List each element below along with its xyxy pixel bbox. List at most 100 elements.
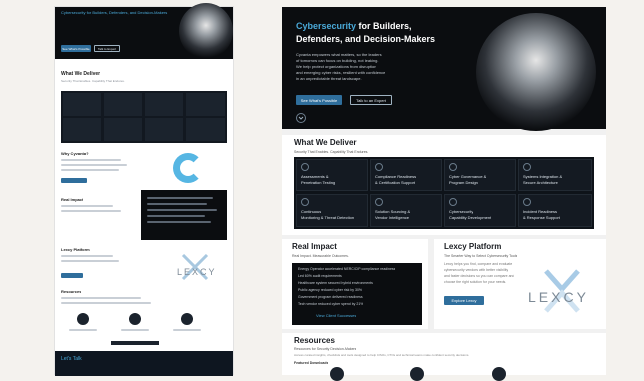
mini-card-7[interactable] [145, 118, 183, 141]
impact-section: Real Impact Real Impact. Measurable Outc… [282, 239, 428, 329]
mini-lexcy-line [61, 260, 119, 262]
mini-resource-icon[interactable] [181, 313, 193, 325]
hero-title-rest: for Builders, [356, 21, 412, 31]
lion-image [476, 13, 596, 131]
resource-icon-1[interactable] [330, 367, 344, 381]
deliver-card-capability[interactable]: Cybersecurity Capability Development [444, 194, 516, 227]
mini-impact-line [147, 221, 211, 223]
hero-title-line1: Cybersecurity for Builders, [296, 21, 412, 31]
talk-to-expert-button[interactable]: Talk to an Expert [350, 95, 392, 105]
impact-bullet: Energy Operator accelerated NERC/CIP com… [298, 267, 396, 271]
deliver-card-integration[interactable]: Systems Integration & Secure Architectur… [518, 159, 592, 191]
deliver-card-assessments[interactable]: Assessments & Penetration Testing [296, 159, 368, 191]
resource-icon-2[interactable] [410, 367, 424, 381]
document-icon [375, 163, 383, 171]
deliver-card-label: Continuous [301, 209, 322, 214]
mini-lexcy-title: Lexcy Platform [61, 247, 90, 252]
featured-downloads-label: Featured Downloads [294, 361, 329, 365]
impact-bullet: Healthcare system secured hybrid environ… [298, 281, 373, 285]
lexcy-paragraph-line: cybersecurity vendors with better visibi… [444, 268, 509, 272]
mini-resources-line [61, 302, 151, 304]
mini-secondary-button[interactable]: Talk to Expert [94, 45, 120, 52]
mini-card-8[interactable] [186, 118, 225, 141]
deliver-card-label: Cybersecurity [449, 209, 474, 214]
mini-why-button[interactable] [61, 178, 87, 183]
mini-lexcy-logo: LEXCY [173, 253, 221, 283]
lexcy-paragraph-line: and faster decisions so you can compare … [444, 274, 515, 278]
mini-card-1[interactable] [63, 93, 101, 116]
mini-card-4[interactable] [186, 93, 225, 116]
see-whats-possible-button[interactable]: See What's Possible [296, 95, 342, 105]
hero-paragraph-line: and emerging cyber risks, resilient with… [296, 70, 386, 75]
mini-deliver-subtitle: Security That Enables. Capability That E… [61, 79, 125, 83]
resources-title: Resources [294, 336, 335, 345]
scroll-down-icon[interactable] [296, 113, 306, 123]
mini-resource-bar[interactable] [111, 341, 159, 345]
mini-lets-talk: Let's Talk [55, 351, 233, 376]
mini-impact-line [147, 197, 213, 199]
handshake-icon [375, 198, 383, 206]
deliver-card-compliance[interactable]: Compliance Readiness & Certification Sup… [370, 159, 442, 191]
deliver-card-label: Systems Integration & [523, 174, 563, 179]
impact-subtitle: Real Impact. Measurable Outcomes. [292, 254, 349, 258]
mini-impact-line [147, 203, 207, 205]
mini-card-3[interactable] [145, 93, 183, 116]
deliver-subtitle: Security That Enables. Capability That E… [294, 150, 369, 154]
hero-paragraph-line: Cyvanta empowers what matters, so the le… [296, 52, 382, 57]
hero-title-line2: Defenders, and Decision-Makers [296, 34, 436, 44]
deliver-card-label: Cyber Governance & [449, 174, 487, 179]
mini-resource-icon[interactable] [129, 313, 141, 325]
impact-title: Real Impact [292, 242, 337, 251]
resource-icon-3[interactable] [492, 367, 506, 381]
mini-lexcy-button[interactable] [61, 273, 83, 278]
deliver-card-label: Program Design [449, 180, 478, 185]
lexcy-subtitle: The Smarter Way to Select Cybersecurity … [444, 254, 518, 258]
impact-bullet: Public agency reduced cyber risk by 30% [298, 288, 363, 292]
deliver-card-label: & Response Support [523, 215, 560, 220]
gear-icon [449, 163, 457, 171]
deliver-card-label: Capability Development [449, 215, 492, 220]
lexcy-paragraph-line: choose the right solution for your needs… [444, 280, 507, 284]
lexcy-wordmark: LEXCY [528, 289, 589, 305]
mini-lets-talk-title: Let's Talk [61, 356, 82, 362]
resources-section: Resources Resources for Security Decisio… [282, 333, 606, 381]
impact-bullet: Tech vendor reduced cyber spend by 21% [298, 302, 364, 306]
mini-resource-caption [173, 329, 201, 331]
mini-why-line [61, 164, 127, 166]
deliver-card-label: & Certification Support [375, 180, 416, 185]
mini-lexcy-line [61, 255, 113, 257]
hero-title-accent: Cybersecurity [296, 21, 357, 31]
eye-icon [301, 198, 309, 206]
mini-card-2[interactable] [104, 93, 142, 116]
deliver-card-sourcing[interactable]: Solution Sourcing & Vendor Intelligence [370, 194, 442, 227]
mini-lexcy-wordmark: LEXCY [177, 267, 217, 277]
deliver-card-monitoring[interactable]: Continuous Monitoring & Threat Detection [296, 194, 368, 227]
view-client-successes-link[interactable]: View Client Successes [316, 313, 356, 318]
mini-card-6[interactable] [104, 118, 142, 141]
mini-real-title: Real Impact [61, 197, 84, 202]
mini-card-5[interactable] [63, 118, 101, 141]
mini-resource-icon[interactable] [77, 313, 89, 325]
explore-lexcy-button[interactable]: Explore Lexcy [444, 296, 484, 305]
mini-why-line [61, 169, 119, 171]
deliver-title: What We Deliver [294, 138, 357, 147]
people-icon [449, 198, 457, 206]
mini-resource-caption [69, 329, 97, 331]
deliver-card-label: Solution Sourcing & [375, 209, 411, 214]
hero-paragraph-line: of tomorrow can focus on building, not l… [296, 58, 379, 63]
resources-subtitle: Resources for Security Decision-Makers [294, 347, 357, 351]
mini-real-line [61, 210, 121, 212]
mini-resource-caption [121, 329, 149, 331]
lexcy-title: Lexcy Platform [444, 242, 502, 251]
mini-impact-line [147, 215, 205, 217]
deliver-card-label: Assessments & [301, 174, 329, 179]
deliver-card-governance[interactable]: Cyber Governance & Program Design [444, 159, 516, 191]
shield-icon [301, 163, 309, 171]
mini-why-title: Why Cyvanta? [61, 151, 89, 156]
mini-primary-button[interactable]: See What's Possible [61, 45, 91, 52]
mini-donut-chart [173, 153, 203, 183]
hero: Cybersecurity for Builders, Defenders, a… [282, 7, 606, 131]
mini-deliver-title: What We Deliver [61, 71, 101, 77]
deliver-card-incident[interactable]: Incident Readiness & Response Support [518, 194, 592, 227]
mini-impact-line [147, 209, 217, 211]
